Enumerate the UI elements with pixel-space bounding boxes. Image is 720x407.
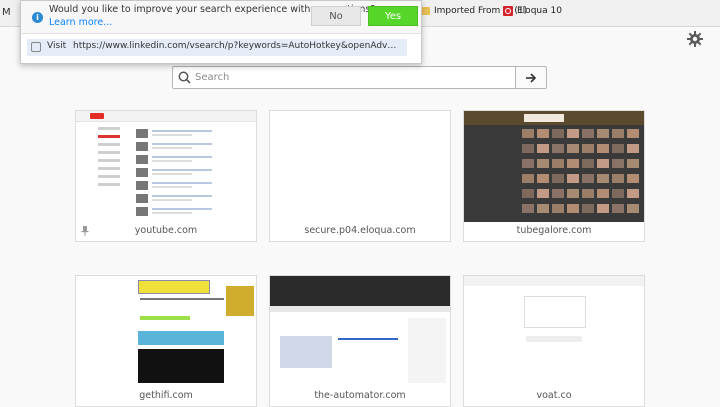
no-button[interactable]: No xyxy=(311,6,361,26)
gear-icon[interactable] xyxy=(687,31,703,47)
tile-label: voat.co xyxy=(536,390,572,401)
tile-thumbnail xyxy=(270,276,450,387)
tile-label: secure.p04.eloqua.com xyxy=(304,225,416,236)
search-go-button[interactable] xyxy=(515,66,547,89)
tile-eloqua[interactable]: secure.p04.eloqua.com xyxy=(269,110,451,242)
bookmark-item-partial[interactable]: M xyxy=(2,7,11,18)
tile-thumbnail xyxy=(76,111,256,222)
tile-voat[interactable]: voat.co xyxy=(463,275,645,407)
search-suggestions-prompt: i Would you like to improve your search … xyxy=(20,0,422,64)
page-icon xyxy=(31,42,41,52)
info-icon: i xyxy=(32,12,43,23)
tile-label: youtube.com xyxy=(134,225,198,236)
search-box xyxy=(172,66,516,89)
visit-url: https://www.linkedin.com/vsearch/p?keywo… xyxy=(73,41,401,51)
tile-thumbnail xyxy=(464,276,644,387)
tile-label: gethifi.com xyxy=(139,390,193,401)
tile-label: tubegalore.com xyxy=(516,225,592,236)
tile-gethifi[interactable]: gethifi.com xyxy=(75,275,257,407)
eloqua-icon xyxy=(503,6,513,16)
search-icon xyxy=(178,71,191,84)
tile-thumbnail xyxy=(464,111,644,222)
tile-the-automator[interactable]: the-automator.com xyxy=(269,275,451,407)
yes-button[interactable]: Yes xyxy=(368,6,418,26)
tile-thumbnail xyxy=(270,111,450,222)
bookmark-label: Eloqua 10 xyxy=(517,6,562,16)
learn-more-link[interactable]: Learn more... xyxy=(49,17,112,28)
bookmark-eloqua[interactable]: Eloqua 10 xyxy=(503,6,562,16)
tile-label: the-automator.com xyxy=(314,390,406,401)
tile-thumbnail xyxy=(76,276,256,387)
visit-label: Visit xyxy=(47,41,67,51)
visit-suggestion[interactable]: Visit https://www.linkedin.com/vsearch/p… xyxy=(21,38,421,58)
tile-youtube[interactable]: youtube.com xyxy=(75,110,257,242)
tile-tubegalore[interactable]: tubegalore.com xyxy=(463,110,645,242)
arrow-right-icon xyxy=(526,73,537,83)
prompt-header: i Would you like to improve your search … xyxy=(21,1,421,34)
search-input[interactable] xyxy=(195,70,505,85)
